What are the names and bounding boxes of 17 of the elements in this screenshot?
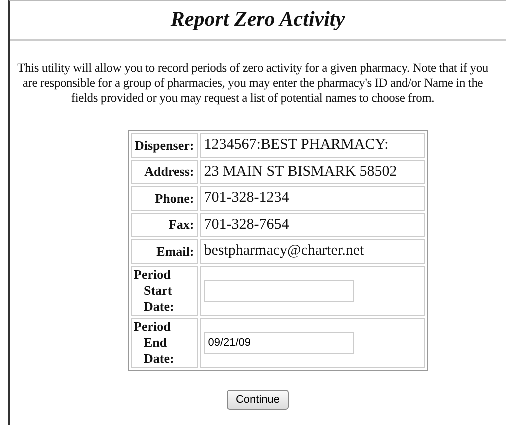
field-label: Phone: bbox=[131, 186, 198, 211]
date-field[interactable]: 09/21/09 bbox=[204, 332, 354, 354]
field-value: 1234567:BEST PHARMACY: bbox=[200, 133, 425, 158]
field-label: Address: bbox=[131, 160, 198, 184]
page-title: Report Zero Activity bbox=[170, 6, 346, 33]
field-value: 701-328-7654 bbox=[200, 212, 425, 238]
field-value: bestpharmacy@charter.net bbox=[200, 239, 425, 264]
field-label: Email: bbox=[131, 239, 198, 264]
field-label: Period Start Date: bbox=[131, 266, 198, 316]
field-value: 701-328-1234 bbox=[200, 186, 425, 211]
field-label: Period End Date: bbox=[131, 318, 198, 368]
date-field[interactable] bbox=[204, 280, 354, 302]
field-value: 23 MAIN ST BISMARK 58502 bbox=[200, 160, 425, 184]
field-label: Fax: bbox=[131, 212, 198, 238]
field-label: Dispenser: bbox=[131, 133, 198, 158]
intro-paragraph: This utility will allow you to record periods of zero activity for a given pharmacy. Note that if you are responsible for a group of pharmacies, you may enter the pharmacy's ID and/or Name in the fields provided or you may request a list of potential names to choose from. bbox=[16, 61, 490, 106]
continue-button[interactable]: Continue bbox=[226, 390, 290, 410]
